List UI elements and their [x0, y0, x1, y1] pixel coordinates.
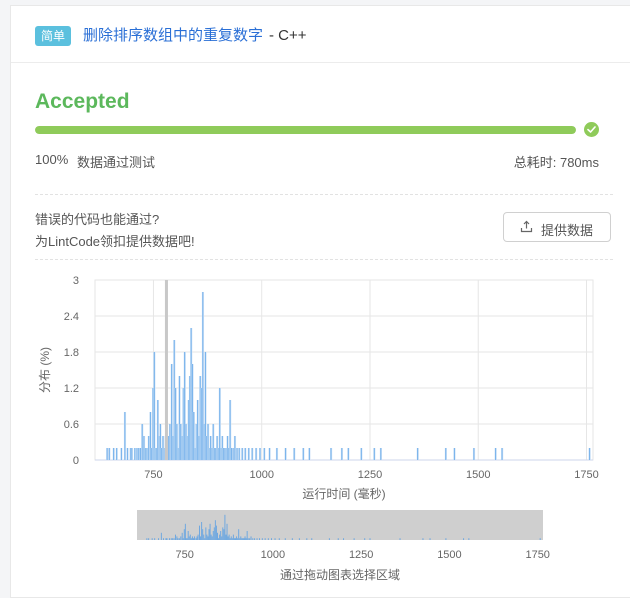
x-tick-label: 1500 — [466, 469, 490, 481]
navigator-tick-label: 1750 — [525, 549, 549, 561]
runtime-distribution-chart: 0 0.6 1.2 1.8 2.4 3 750 1000 1250 1500 1750 分布 (%… — [38, 275, 599, 582]
x-tick-label: 1000 — [249, 469, 273, 481]
navigator-tick-label: 1000 — [261, 549, 285, 561]
navigator-tick-label: 1250 — [349, 549, 373, 561]
range-navigator[interactable]: 750 1000 1250 1500 1750 — [137, 510, 550, 561]
x-tick-label: 750 — [144, 469, 162, 481]
x-axis-label: 运行时间 (毫秒) — [302, 486, 385, 501]
y-tick-label: 2.4 — [64, 311, 79, 323]
x-tick-label: 1250 — [358, 469, 382, 481]
y-axis-label: 分布 (%) — [38, 347, 52, 393]
navigator-ticks: 750 1000 1250 1500 1750 — [175, 549, 549, 561]
y-axis-ticks: 0 0.6 1.2 1.8 2.4 3 — [64, 275, 79, 467]
current-runtime-marker — [164, 280, 168, 460]
y-tick-label: 1.2 — [64, 383, 79, 395]
y-tick-label: 0 — [73, 455, 79, 467]
navigator-caption: 通过拖动图表选择区域 — [280, 568, 400, 582]
navigator-tick-label: 1500 — [437, 549, 461, 561]
y-tick-label: 3 — [73, 275, 79, 287]
y-tick-label: 0.6 — [64, 419, 79, 431]
x-tick-label: 1750 — [574, 469, 598, 481]
chart-bars — [106, 292, 591, 460]
navigator-tick-label: 750 — [175, 549, 193, 561]
x-axis-ticks: 750 1000 1250 1500 1750 — [144, 469, 598, 481]
y-tick-label: 1.8 — [64, 347, 79, 359]
